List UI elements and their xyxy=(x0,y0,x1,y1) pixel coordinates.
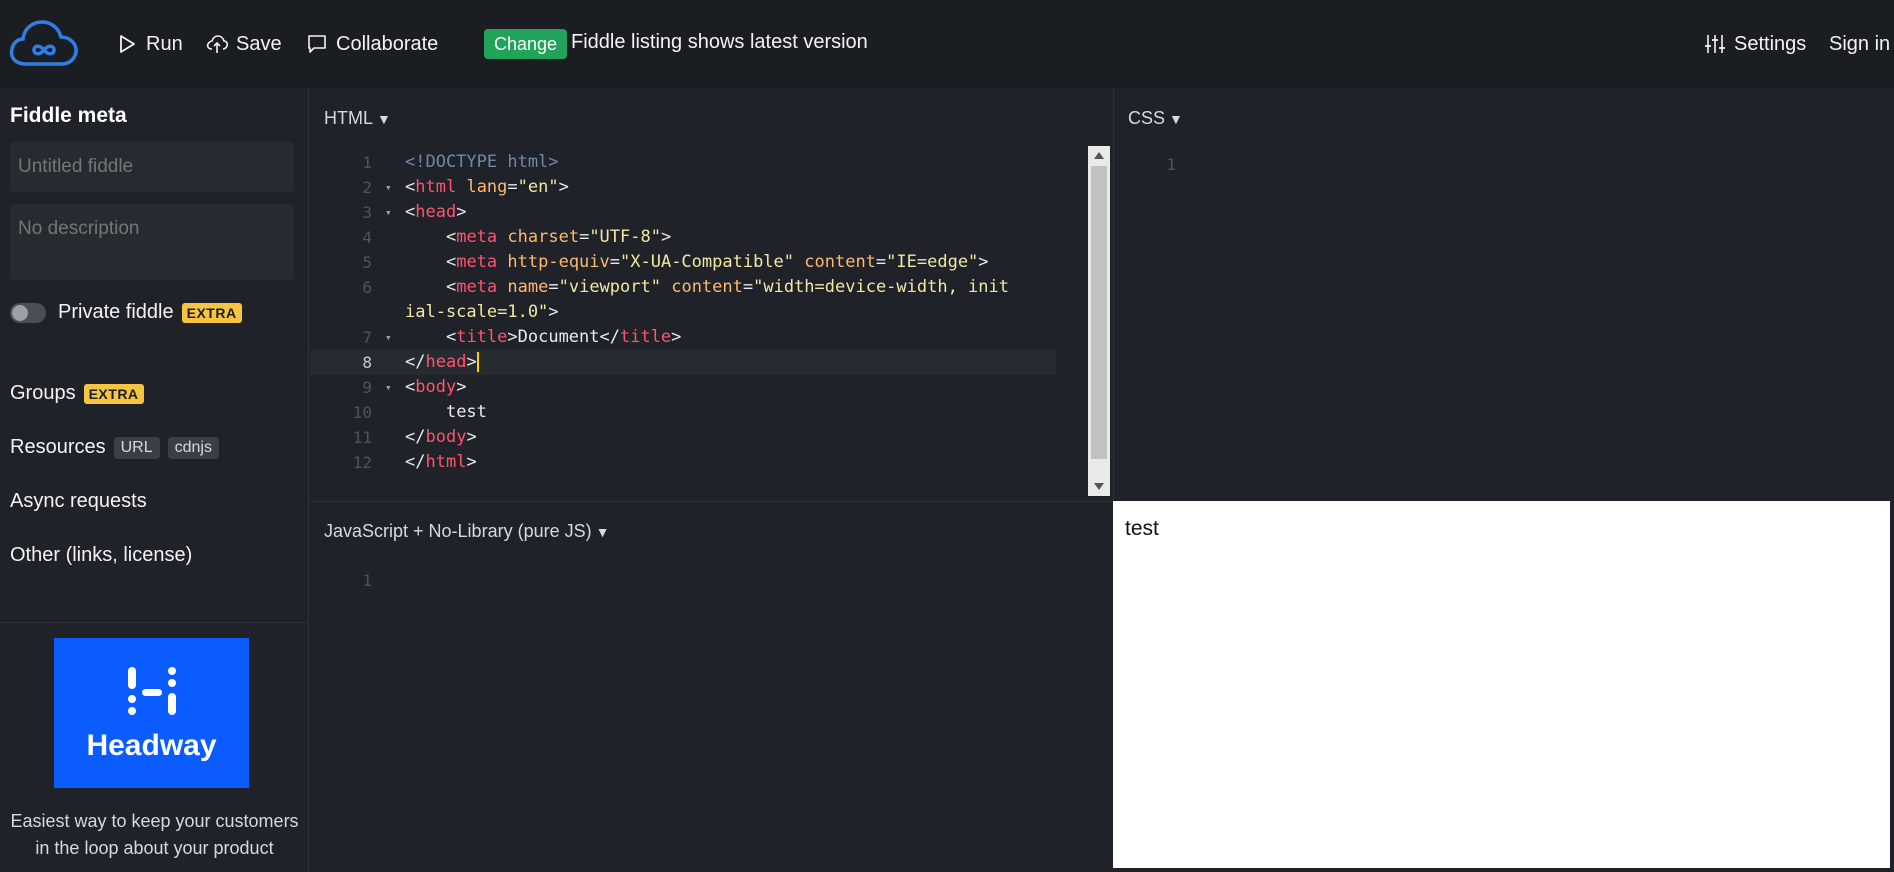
line-number: 7 xyxy=(362,328,372,347)
fold-arrow-icon[interactable]: ▾ xyxy=(385,175,392,200)
line-number: 8 xyxy=(362,353,372,372)
code-line: 6 <meta name="viewport" content="width=d… xyxy=(310,275,1056,300)
change-badge[interactable]: Change xyxy=(484,29,568,59)
text-cursor xyxy=(476,352,479,372)
async-requests-label: Async requests xyxy=(10,490,147,512)
caret-down-icon: ▼ xyxy=(595,523,610,540)
code-line: 12 </html> xyxy=(310,450,1056,475)
private-fiddle-toggle[interactable] xyxy=(10,303,46,323)
html-code-editor[interactable]: 1 <!DOCTYPE html> 2 ▾ <html lang="en"> 3 ▾ <h… xyxy=(310,150,1056,475)
fold-arrow-icon[interactable]: ▾ xyxy=(385,325,392,350)
code-line: 5 <meta http-equiv="X-UA-Compatible" con… xyxy=(310,250,1056,275)
line-number: 10 xyxy=(352,403,372,422)
run-label: Run xyxy=(146,32,183,55)
code-line: 1 xyxy=(310,568,1100,593)
caret-down-icon: ▼ xyxy=(1169,110,1183,127)
ad-text-line: Easiest way to keep your customers xyxy=(10,811,299,831)
other-section[interactable]: Other (links, license) xyxy=(10,544,192,567)
js-editor-panel: JavaScript + No-Library (pure JS) ▼ 1 xyxy=(310,501,1112,872)
collaborate-label: Collaborate xyxy=(336,32,439,55)
ad-description: Easiest way to keep your customers in th… xyxy=(0,808,309,862)
html-editor-panel: HTML ▼ 1 <!DOCTYPE html> 2 ▾ <html lang="en… xyxy=(310,88,1112,500)
resources-cdnjs-chip[interactable]: cdnjs xyxy=(167,436,219,459)
resources-label: Resources xyxy=(10,436,106,458)
change-notice-text: Fiddle listing shows latest version xyxy=(571,31,868,53)
html-panel-title: HTML xyxy=(324,108,373,128)
line-number: 1 xyxy=(1166,155,1176,174)
caret-down-icon: ▼ xyxy=(377,110,391,127)
extra-badge: EXTRA xyxy=(83,383,144,404)
line-number: 5 xyxy=(362,253,372,272)
js-panel-title: JavaScript + No-Library (pure JS) xyxy=(324,521,592,541)
jsfiddle-logo-icon[interactable] xyxy=(8,18,80,70)
sidebar: Fiddle meta Private fiddle EXTRA Groups … xyxy=(0,88,309,872)
js-panel-header[interactable]: JavaScript + No-Library (pure JS) ▼ xyxy=(324,521,609,542)
scroll-up-icon[interactable] xyxy=(1094,152,1104,159)
sliders-icon xyxy=(1705,35,1725,53)
code-line: 2 ▾ <html lang="en"> xyxy=(310,175,1056,200)
private-fiddle-label: Private fiddle xyxy=(58,301,174,323)
run-button[interactable]: Run xyxy=(116,30,183,58)
line-number: 1 xyxy=(362,153,372,172)
top-bar: Run Save Collaborate Change Fiddle listi… xyxy=(0,0,1894,88)
signin-label: Sign in xyxy=(1829,32,1891,55)
headway-brand: Headway xyxy=(86,729,217,762)
private-fiddle-row: Private fiddle EXTRA xyxy=(58,301,242,324)
collaborate-button[interactable]: Collaborate xyxy=(306,30,438,58)
fold-arrow-icon[interactable]: ▾ xyxy=(385,375,392,400)
save-label: Save xyxy=(236,32,282,55)
save-button[interactable]: Save xyxy=(206,30,282,58)
line-number: 3 xyxy=(362,203,372,222)
groups-label: Groups xyxy=(10,382,76,404)
line-number: 11 xyxy=(352,428,372,447)
play-icon xyxy=(120,35,135,53)
code-line-active: 8 </head> xyxy=(310,350,1056,375)
css-editor-panel: CSS ▼ 1 xyxy=(1113,88,1894,500)
cloud-upload-icon xyxy=(206,35,228,53)
code-line: 1 <!DOCTYPE html> xyxy=(310,150,1056,175)
html-panel-header[interactable]: HTML ▼ xyxy=(324,108,391,129)
line-number: 6 xyxy=(362,278,372,297)
headway-ad[interactable]: Headway xyxy=(54,638,249,788)
line-number: 2 xyxy=(362,178,372,197)
code-line: ial-scale=1.0"> xyxy=(405,302,559,322)
result-preview[interactable]: test xyxy=(1113,501,1890,868)
extra-badge: EXTRA xyxy=(181,302,242,323)
code-line: 3 ▾ <head> xyxy=(310,200,1056,225)
chat-icon xyxy=(308,35,326,53)
html-editor-scrollbar[interactable] xyxy=(1088,146,1110,496)
ad-text-line: in the loop about your product xyxy=(35,838,274,858)
code-line: 11 </body> xyxy=(310,425,1056,450)
code-line: 1 xyxy=(1114,152,1884,177)
line-number: 4 xyxy=(362,228,372,247)
line-number: 12 xyxy=(352,453,372,472)
settings-label: Settings xyxy=(1734,32,1807,55)
resources-section[interactable]: Resources URL cdnjs xyxy=(10,436,219,459)
result-text: test xyxy=(1125,517,1159,540)
signin-button[interactable]: Sign in xyxy=(1829,30,1890,58)
code-line: 7 ▾ <title>Document</title> xyxy=(310,325,1056,350)
other-label: Other (links, license) xyxy=(10,544,193,566)
css-panel-header[interactable]: CSS ▼ xyxy=(1128,108,1183,129)
scroll-thumb[interactable] xyxy=(1091,166,1107,459)
headway-logo-icon xyxy=(127,667,176,715)
resources-url-chip[interactable]: URL xyxy=(113,436,160,459)
line-number: 9 xyxy=(362,378,372,397)
line-number: 1 xyxy=(362,571,372,590)
fold-arrow-icon[interactable]: ▾ xyxy=(385,200,392,225)
css-code-editor[interactable]: 1 xyxy=(1114,152,1884,177)
settings-button[interactable]: Settings xyxy=(1704,30,1806,58)
fiddle-title-input[interactable] xyxy=(10,142,294,192)
groups-section[interactable]: Groups EXTRA xyxy=(10,382,144,405)
fiddle-description-input[interactable] xyxy=(10,204,294,280)
async-requests-section[interactable]: Async requests xyxy=(10,490,147,513)
fiddle-meta-title: Fiddle meta xyxy=(10,104,127,127)
code-line: 4 <meta charset="UTF-8"> xyxy=(310,225,1056,250)
css-panel-title: CSS xyxy=(1128,108,1166,128)
code-line: 9 ▾ <body> xyxy=(310,375,1056,400)
code-line: 10 test xyxy=(310,400,1056,425)
js-code-editor[interactable]: 1 xyxy=(310,568,1100,593)
scroll-down-icon[interactable] xyxy=(1094,483,1104,490)
sidebar-divider xyxy=(0,622,309,623)
